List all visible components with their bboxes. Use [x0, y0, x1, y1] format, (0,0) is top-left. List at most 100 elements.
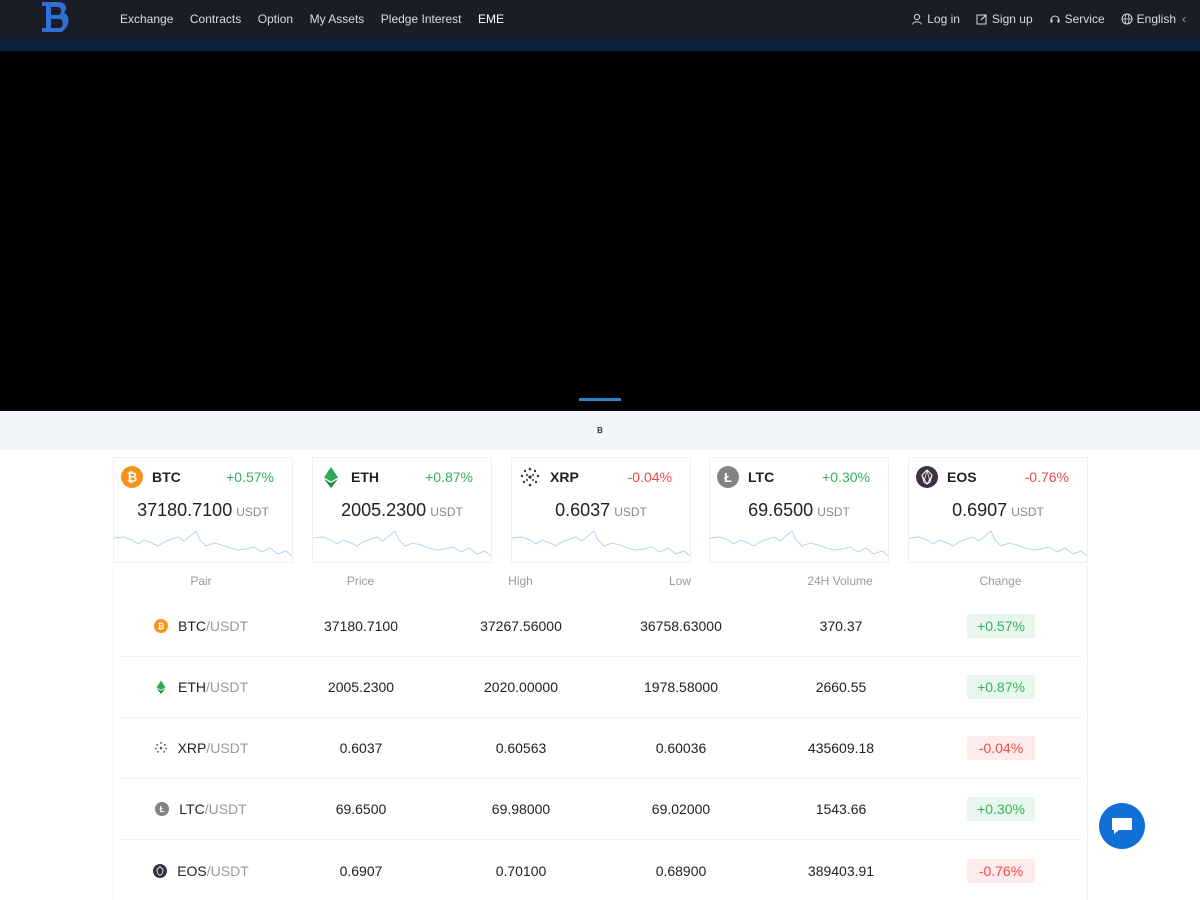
- card-change: +0.57%: [226, 469, 274, 485]
- eth-icon: [324, 467, 338, 488]
- pair-quote: /USDT: [206, 740, 249, 756]
- language-selector[interactable]: English ‹: [1121, 12, 1186, 26]
- high-cell: 0.70100: [495, 862, 547, 879]
- sparkline-chart: [710, 530, 888, 557]
- price-cell: 69.6500: [335, 801, 387, 817]
- card-symbol: BTC: [152, 469, 181, 485]
- brand-logo[interactable]: [38, 0, 74, 37]
- card-price: 0.6907: [952, 500, 1008, 520]
- header-volume: 24H Volume: [807, 574, 873, 588]
- table-row[interactable]: XRP/USDT 0.6037 0.60563 0.60036 435609.1…: [121, 718, 1081, 779]
- table-row[interactable]: ₿ BTC/USDT 37180.7100 37267.56000 36758.…: [121, 596, 1081, 657]
- header-high: High: [508, 574, 533, 588]
- pair-quote: /USDT: [206, 862, 249, 879]
- notice-text[interactable]: B: [597, 426, 603, 435]
- card-symbol: XRP: [550, 469, 579, 485]
- nav-contracts[interactable]: Contracts: [190, 12, 241, 26]
- btc-icon: ₿: [121, 466, 143, 488]
- card-unit: USDT: [817, 505, 850, 519]
- table-row[interactable]: ETH/USDT 2005.2300 2020.00000 1978.58000…: [121, 657, 1081, 718]
- change-cell: -0.04%: [921, 736, 1081, 760]
- volume-cell: 435609.18: [807, 740, 875, 756]
- header-pair: Pair: [190, 574, 212, 588]
- high-cell: 0.60563: [495, 740, 547, 756]
- btc-icon: ₿: [154, 619, 168, 633]
- pair-base: BTC: [178, 618, 206, 634]
- login-link[interactable]: Log in: [911, 12, 960, 26]
- pair-cell: XRP/USDT: [121, 740, 281, 756]
- pair-cell: ₿ BTC/USDT: [121, 618, 281, 634]
- market-cards: ₿ BTC +0.57% 37180.7100 USDT ETH +0.87% 2…: [113, 457, 1088, 563]
- nav-eme[interactable]: EME: [478, 12, 504, 26]
- card-unit: USDT: [614, 505, 647, 519]
- pair-quote: /USDT: [206, 679, 248, 695]
- nav-exchange[interactable]: Exchange: [120, 12, 173, 26]
- main-nav: Exchange Contracts Option My Assets Pled…: [120, 0, 521, 37]
- card-symbol: LTC: [748, 469, 775, 485]
- coin-card-eos[interactable]: EOS -0.76% 0.6907 USDT: [908, 457, 1088, 563]
- coin-card-ltc[interactable]: Ł LTC +0.30% 69.6500 USDT: [709, 457, 889, 563]
- ltc-icon: Ł: [155, 802, 170, 816]
- header-change: Change: [979, 574, 1022, 588]
- card-change: -0.04%: [627, 469, 672, 485]
- nav-my-assets[interactable]: My Assets: [310, 12, 365, 26]
- table-row[interactable]: Ł LTC/USDT 69.6500 69.98000 69.02000 154…: [121, 779, 1081, 840]
- eos-icon: [153, 863, 168, 878]
- service-label: Service: [1064, 11, 1105, 26]
- language-label: English: [1136, 11, 1176, 26]
- pair-cell: ETH/USDT: [121, 679, 281, 695]
- low-cell: 0.68900: [655, 862, 707, 879]
- change-cell: -0.76%: [921, 858, 1081, 883]
- price-cell: 0.6907: [339, 862, 383, 879]
- low-cell: 36758.63000: [640, 618, 722, 634]
- chat-icon: [1112, 818, 1132, 834]
- pair-cell: Ł LTC/USDT: [121, 801, 281, 817]
- service-link[interactable]: Service: [1049, 12, 1105, 26]
- pair-base: EOS: [177, 862, 207, 879]
- pair-cell: EOS/USDT: [121, 863, 281, 879]
- signup-link[interactable]: Sign up: [976, 12, 1033, 26]
- pair-quote: /USDT: [206, 618, 248, 634]
- card-change: -0.76%: [1024, 469, 1069, 485]
- change-cell: +0.87%: [921, 675, 1081, 699]
- table-row[interactable]: EOS/USDT 0.6907 0.70100 0.68900 389403.9…: [121, 840, 1081, 900]
- pair-base: ETH: [178, 679, 206, 695]
- login-label: Log in: [927, 11, 960, 26]
- pair-base: LTC: [179, 801, 205, 817]
- banner-pagination-dot[interactable]: [579, 398, 621, 401]
- card-price-wrap: 2005.2300 USDT: [313, 500, 491, 521]
- coin-card-eth[interactable]: ETH +0.87% 2005.2300 USDT: [312, 457, 492, 563]
- low-cell: 1978.58000: [644, 679, 718, 695]
- change-badge: +0.57%: [967, 614, 1035, 638]
- volume-cell: 2660.55: [815, 679, 867, 695]
- price-cell: 2005.2300: [327, 679, 395, 695]
- card-symbol: EOS: [947, 469, 977, 485]
- xrp-icon: [154, 741, 167, 753]
- chevron-left-icon: ‹: [1182, 11, 1186, 26]
- card-price-wrap: 0.6907 USDT: [909, 500, 1087, 521]
- nav-pledge-interest[interactable]: Pledge Interest: [381, 12, 462, 26]
- high-cell: 69.98000: [491, 801, 551, 817]
- sparkline-chart: [114, 530, 292, 557]
- nav-option[interactable]: Option: [258, 12, 293, 26]
- change-cell: +0.57%: [921, 614, 1081, 638]
- eos-icon: [916, 466, 938, 488]
- card-price-wrap: 37180.7100 USDT: [114, 500, 292, 521]
- low-cell: 0.60036: [655, 740, 707, 756]
- low-cell: 69.02000: [651, 801, 711, 817]
- card-unit: USDT: [236, 505, 269, 519]
- change-badge: -0.76%: [967, 858, 1035, 883]
- header-low: Low: [668, 574, 691, 588]
- chat-button[interactable]: [1099, 803, 1145, 849]
- coin-card-btc[interactable]: ₿ BTC +0.57% 37180.7100 USDT: [113, 457, 293, 563]
- table-header: Pair Price High Low 24H Volume Change: [114, 566, 1089, 596]
- change-badge: +0.30%: [967, 797, 1035, 821]
- xrp-icon: [520, 467, 540, 487]
- volume-cell: 1543.66: [815, 801, 867, 817]
- coin-card-xrp[interactable]: XRP -0.04% 0.6037 USDT: [511, 457, 691, 563]
- card-change: +0.30%: [822, 469, 870, 485]
- volume-cell: 370.37: [819, 618, 863, 634]
- high-cell: 37267.56000: [480, 618, 562, 634]
- card-unit: USDT: [430, 505, 463, 519]
- card-price-wrap: 0.6037 USDT: [512, 500, 690, 521]
